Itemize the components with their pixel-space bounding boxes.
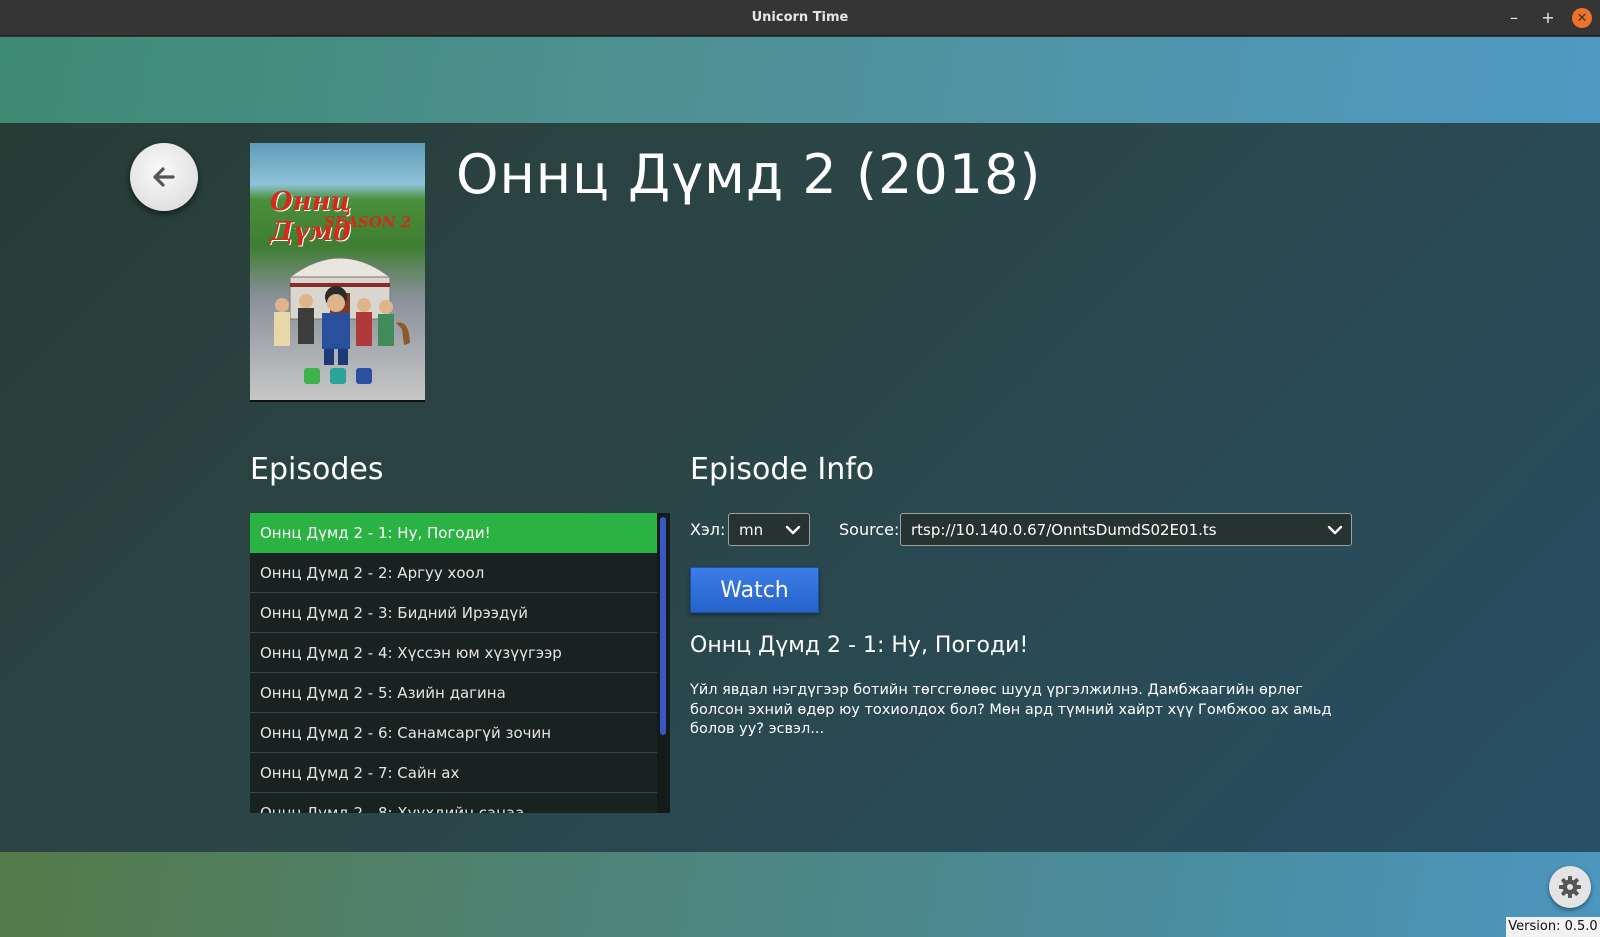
language-select[interactable]: mn	[728, 513, 810, 546]
close-button[interactable]: ✕	[1572, 8, 1592, 28]
source-select[interactable]: rtsp://10.140.0.67/OnntsDumdS02E01.ts	[900, 513, 1352, 546]
episode-title: Оннц Дүмд 2 - 1: Ну, Погоди!	[690, 633, 1029, 658]
chevron-down-icon	[1327, 525, 1343, 535]
episode-item[interactable]: Оннц Дүмд 2 - 3: Бидний Ирээдүй	[250, 593, 657, 633]
episode-item[interactable]: Оннц Дүмд 2 - 2: Аргуу хоол	[250, 553, 657, 593]
gear-icon	[1559, 876, 1581, 898]
episode-item[interactable]: Оннц Дүмд 2 - 7: Сайн ах	[250, 753, 657, 793]
episode-item[interactable]: Оннц Дүмд 2 - 5: Азийн дагина	[250, 673, 657, 713]
window-controls: – + ✕	[1504, 8, 1592, 28]
language-value: mn	[739, 520, 764, 539]
arrow-left-icon	[153, 167, 175, 187]
version-label: Version: 0.5.0	[1506, 917, 1600, 937]
show-title: Оннц Дүмд 2 (2018)	[456, 143, 1042, 206]
source-value: rtsp://10.140.0.67/OnntsDumdS02E01.ts	[911, 520, 1217, 539]
poster-sponsor-logos	[250, 368, 425, 384]
episode-list[interactable]: Оннц Дүмд 2 - 1: Ну, Погоди! Оннц Дүмд 2…	[250, 513, 670, 813]
chevron-down-icon	[785, 525, 801, 535]
episode-description: Үйл явдал нэгдүгээр ботийн төгсгөлөөс шу…	[690, 682, 1332, 737]
episode-info-heading: Episode Info	[690, 452, 875, 487]
sponsor-logo	[355, 368, 372, 384]
episode-list-scrollbar[interactable]	[657, 513, 670, 813]
back-button[interactable]	[130, 143, 198, 211]
characters-illustration	[274, 286, 410, 365]
episode-item[interactable]: Оннц Дүмд 2 - 6: Санамсаргүй зочин	[250, 713, 657, 753]
header-band	[0, 37, 1600, 123]
show-poster: Оннц Дүмд SEASON 2	[250, 143, 425, 402]
minimize-button[interactable]: –	[1504, 8, 1524, 28]
maximize-button[interactable]: +	[1538, 8, 1558, 28]
sponsor-logo	[329, 368, 346, 384]
episodes-heading: Episodes	[250, 452, 384, 487]
poster-season: SEASON 2	[324, 213, 412, 231]
episode-item[interactable]: Оннц Дүмд 2 - 4: Хүссэн юм хүзүүгээр	[250, 633, 657, 673]
source-label: Source:	[839, 520, 900, 539]
sponsor-logo	[303, 368, 320, 384]
language-label: Хэл:	[690, 520, 726, 539]
episode-item[interactable]: Оннц Дүмд 2 - 1: Ну, Погоди!	[250, 513, 657, 553]
window-title: Unicorn Time	[751, 10, 849, 25]
footer-band	[0, 852, 1600, 937]
episode-item[interactable]: Оннц Дүмд 2 - 8: Хүүхдийн санаа	[250, 793, 657, 813]
settings-button[interactable]	[1549, 866, 1591, 908]
scrollbar-thumb[interactable]	[660, 517, 666, 735]
main-content	[0, 123, 1600, 852]
window-titlebar: Unicorn Time – + ✕	[0, 0, 1600, 36]
watch-button[interactable]: Watch	[690, 567, 819, 613]
